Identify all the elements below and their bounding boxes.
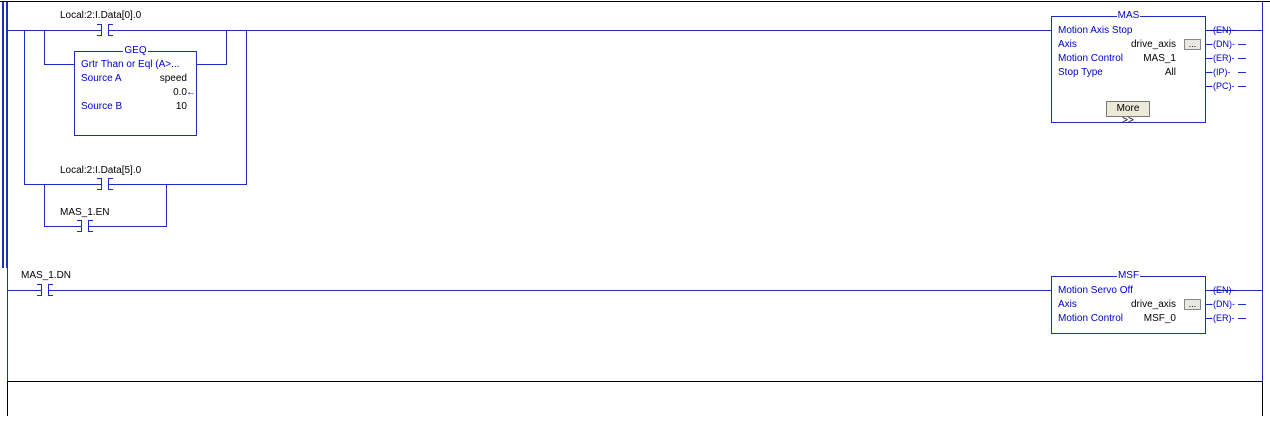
geq-source-b-label: Source B bbox=[81, 101, 123, 112]
msf-output-er: -(ER)- bbox=[1210, 313, 1235, 323]
mas-axis-label: Axis bbox=[1058, 39, 1077, 50]
mas-motion-control-label: Motion Control bbox=[1058, 53, 1124, 64]
mas-axis-browse-button[interactable]: ... bbox=[1184, 39, 1201, 50]
mas-output-ip: -(IP)- bbox=[1210, 67, 1231, 77]
mas-output-en: -(EN)- bbox=[1210, 25, 1235, 35]
geq-source-a-value[interactable]: speed bbox=[160, 73, 187, 85]
mas-axis-value[interactable]: drive_axis bbox=[1131, 39, 1176, 51]
msf-motion-control-label: Motion Control bbox=[1058, 313, 1124, 324]
mas-stop-type-value[interactable]: All bbox=[1165, 67, 1176, 79]
mas-instruction-block[interactable]: MAS Motion Axis Stop Axis drive_axis ...… bbox=[1051, 10, 1206, 126]
msf-output-en: -(EN)- bbox=[1210, 285, 1235, 295]
contact-tag-mas1-dn[interactable]: MAS_1.DN bbox=[21, 270, 71, 281]
ladder-editor: Local:2:I.Data[0].0 Local:2:I.Data[5].0 … bbox=[0, 0, 1270, 421]
mas-output-er: -(ER)- bbox=[1210, 53, 1235, 63]
mas-output-pc: -(PC)- bbox=[1210, 81, 1235, 91]
mas-stop-type-label: Stop Type bbox=[1058, 67, 1103, 78]
msf-output-dn: -(DN)- bbox=[1210, 299, 1235, 309]
mas-title: MAS bbox=[1116, 10, 1141, 21]
geq-description: Grtr Than or Eql (A>... bbox=[81, 59, 180, 70]
contact-tag-local-data0[interactable]: Local:2:I.Data[0].0 bbox=[60, 10, 141, 21]
mas-description: Motion Axis Stop bbox=[1058, 25, 1133, 36]
geq-instruction-block[interactable]: GEQ Grtr Than or Eql (A>... Source A spe… bbox=[74, 45, 197, 136]
geq-title: GEQ bbox=[123, 45, 148, 56]
mas-more-button[interactable]: More >> bbox=[1106, 101, 1150, 126]
msf-axis-value[interactable]: drive_axis bbox=[1131, 299, 1176, 311]
geq-source-b-value[interactable]: 10 bbox=[176, 101, 187, 113]
msf-motion-control-value[interactable]: MSF_0 bbox=[1144, 313, 1176, 325]
geq-source-a-live-value: 0.0 bbox=[173, 87, 187, 98]
msf-title: MSF bbox=[1116, 270, 1141, 281]
mas-motion-control-value[interactable]: MAS_1 bbox=[1143, 53, 1176, 65]
geq-source-a-label: Source A bbox=[81, 73, 122, 84]
msf-axis-label: Axis bbox=[1058, 299, 1077, 310]
msf-instruction-block[interactable]: MSF Motion Servo Off Axis drive_axis ...… bbox=[1051, 270, 1206, 334]
msf-axis-browse-button[interactable]: ... bbox=[1184, 299, 1201, 310]
msf-description: Motion Servo Off bbox=[1058, 285, 1133, 296]
contact-tag-mas1-en[interactable]: MAS_1.EN bbox=[60, 207, 109, 218]
contact-tag-local-data5[interactable]: Local:2:I.Data[5].0 bbox=[60, 165, 141, 176]
mas-output-dn: -(DN)- bbox=[1210, 39, 1235, 49]
arrow-left-icon: ← bbox=[186, 87, 196, 98]
